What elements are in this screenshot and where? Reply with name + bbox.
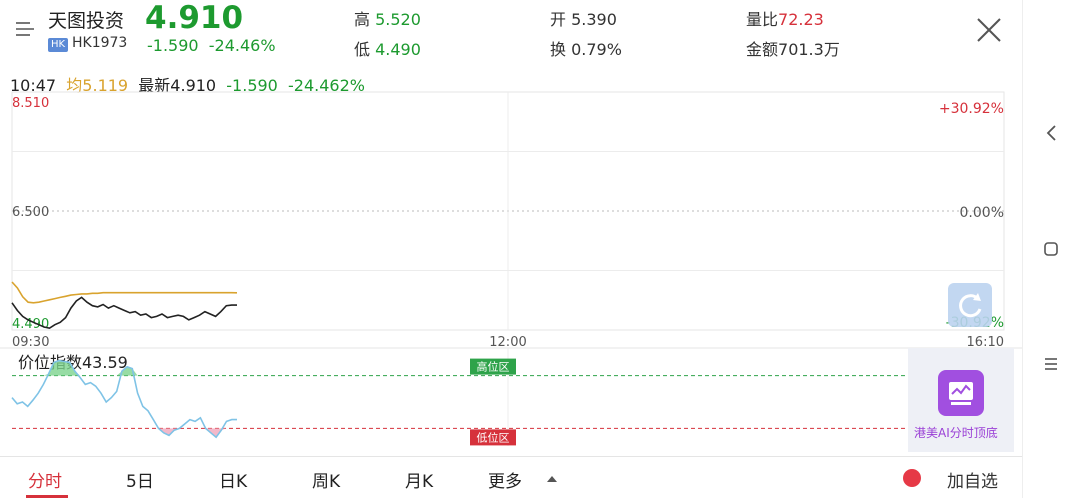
open-stat: 开 5.390 [550, 6, 617, 30]
low-stat: 低 4.490 [354, 36, 421, 60]
open-value: 5.390 [571, 10, 617, 29]
amount-value: 701.3万 [778, 40, 840, 59]
high-stat: 高 5.520 [354, 6, 421, 30]
intraday-chart[interactable]: 8.5106.5004.490+30.92%0.00%-30.92%09:301… [0, 90, 1022, 456]
ai-timing-panel[interactable]: 港美AI分时顶底 [908, 348, 1014, 452]
low-value: 4.490 [375, 40, 421, 59]
change-pct: -24.46% [208, 36, 276, 55]
amount-label: 金额 [746, 40, 779, 59]
tab-monthly-k[interactable]: 月K [405, 467, 433, 492]
low-zone-fill [12, 428, 237, 438]
add-watchlist-button[interactable]: 加自选 [947, 467, 998, 492]
y-right-tick-label: 0.00% [960, 205, 1004, 221]
y-right-tick-label: +30.92% [939, 101, 1004, 117]
home-icon[interactable] [1043, 241, 1059, 257]
market-badge: HK [48, 38, 69, 52]
system-nav-bar [1022, 0, 1080, 498]
menu-icon[interactable] [14, 18, 36, 40]
stock-name: 天图投资 [48, 10, 125, 32]
high-zone-label: 高位区 [477, 360, 510, 374]
turnover-value: 0.79% [571, 40, 622, 59]
high-value: 5.520 [375, 10, 421, 29]
turnover-stat: 换 0.79% [550, 36, 622, 60]
high-label: 高 [354, 10, 371, 29]
volratio-stat: 量比72.23 [746, 6, 824, 30]
tab-intraday[interactable]: 分时 [28, 467, 62, 492]
tab-daily-k[interactable]: 日K [219, 467, 247, 492]
average-price-line [11, 281, 238, 304]
amount-stat: 金额701.3万 [746, 36, 840, 60]
period-tabs: 分时 5日 日K 周K 月K 更多 加自选 [0, 456, 1022, 499]
low-zone-label: 低位区 [477, 430, 510, 444]
low-label: 低 [354, 40, 371, 59]
stock-code: HK1973 [72, 35, 128, 51]
close-icon[interactable] [975, 16, 1003, 44]
open-label: 开 [550, 10, 567, 29]
ai-chart-icon [938, 370, 984, 416]
refresh-icon [959, 293, 982, 318]
tab-weekly-k[interactable]: 周K [312, 467, 340, 492]
y-tick-label: 6.500 [12, 205, 49, 220]
recents-icon[interactable] [1043, 356, 1059, 372]
turnover-label: 换 [550, 40, 567, 59]
stock-price: 4.910 [145, 0, 244, 36]
change-abs: -1.590 [147, 36, 199, 55]
tab-5day[interactable]: 5日 [126, 467, 154, 492]
volratio-value: 72.23 [778, 10, 824, 29]
price-change: -1.590 -24.46% [147, 36, 276, 55]
refresh-button[interactable] [948, 283, 992, 327]
y-tick-label: 8.510 [12, 96, 49, 111]
record-dot-icon [903, 469, 921, 487]
caret-up-icon[interactable] [546, 475, 558, 483]
ai-label: 港美AI分时顶底 [914, 426, 998, 440]
back-icon[interactable] [1045, 124, 1057, 142]
tab-more[interactable]: 更多 [488, 467, 522, 492]
y-tick-label: 4.490 [12, 317, 49, 332]
volratio-label: 量比 [746, 10, 779, 29]
